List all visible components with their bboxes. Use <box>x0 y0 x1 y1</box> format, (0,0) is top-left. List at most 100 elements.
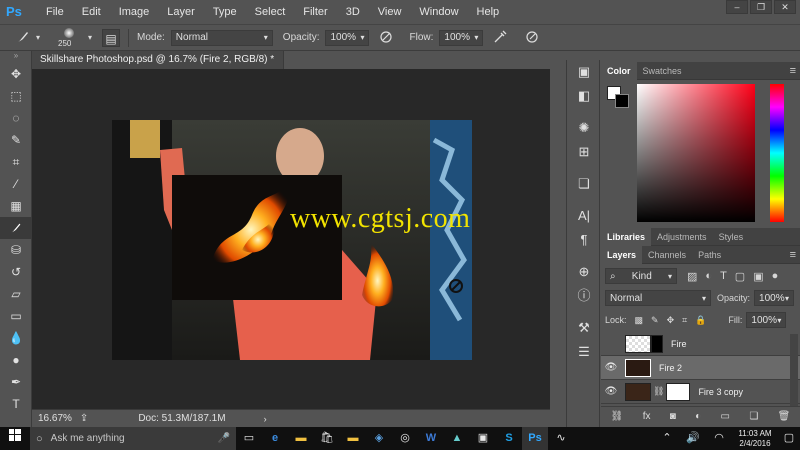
pressure-size-icon[interactable] <box>523 29 541 47</box>
history-brush-tool-icon[interactable]: ↺ <box>0 261 32 283</box>
tab-adjustments[interactable]: Adjustments <box>651 228 713 246</box>
tool-presets-icon[interactable]: ⚒ <box>567 316 601 340</box>
pressure-opacity-icon[interactable] <box>377 29 395 47</box>
media-icon[interactable]: ▣ <box>470 427 496 450</box>
clock[interactable]: 11:03 AM 2/4/2016 <box>732 429 778 449</box>
chevron-down-icon[interactable]: ▾ <box>34 29 42 47</box>
tab-styles[interactable]: Styles <box>713 228 750 246</box>
word-icon[interactable]: W <box>418 427 444 450</box>
menu-select[interactable]: Select <box>255 6 286 18</box>
tab-layers[interactable]: Layers <box>601 245 643 264</box>
visibility-toggle-hidden[interactable]: · <box>601 338 621 349</box>
tab-paths[interactable]: Paths <box>692 246 727 264</box>
fill-field[interactable]: 100% ▾ <box>746 312 787 328</box>
brush-tool-icon[interactable] <box>0 217 32 239</box>
filter-shape-icon[interactable]: ▢ <box>735 270 745 283</box>
new-group-icon[interactable]: ▭ <box>721 411 730 422</box>
layer-row-fire[interactable]: · Fire <box>601 332 800 356</box>
lock-artboard-icon[interactable]: ⌗ <box>682 315 687 326</box>
hue-slider[interactable] <box>770 84 784 222</box>
chevron-down-icon[interactable]: ▾ <box>86 29 94 47</box>
share-icon[interactable]: ⇪ <box>80 413 88 424</box>
start-icon[interactable] <box>0 427 30 450</box>
menu-layer[interactable]: Layer <box>167 6 195 18</box>
canvas-image[interactable] <box>112 120 472 360</box>
adjustment-layer-icon[interactable]: ◐ <box>695 411 701 422</box>
layer-scrollbar[interactable] <box>790 334 798 406</box>
layer-row-fire-3-copy[interactable]: 👁 ⛓ Fire 3 copy <box>601 380 800 404</box>
panel-menu-icon[interactable]: ≡ <box>790 65 796 77</box>
zoom-level[interactable]: 16.67% <box>38 413 72 424</box>
brush-panel-icon[interactable]: ▤ <box>102 28 120 47</box>
tab-libraries[interactable]: Libraries <box>601 227 652 246</box>
layer-row-fire-2[interactable]: 👁 Fire 2 <box>601 356 800 380</box>
filter-smart-object-icon[interactable]: ▣ <box>753 270 763 283</box>
menu-help[interactable]: Help <box>477 6 500 18</box>
paragraph-panel-icon[interactable]: ¶ <box>567 228 601 252</box>
healing-brush-tool-icon[interactable]: ▦ <box>0 195 32 217</box>
lasso-tool-icon[interactable]: ◌ <box>0 107 32 129</box>
eraser-tool-icon[interactable]: ▱ <box>0 283 32 305</box>
brushes-panel-icon[interactable]: ⊞ <box>567 140 601 164</box>
quick-select-tool-icon[interactable]: ✎ <box>0 129 32 151</box>
menu-3d[interactable]: 3D <box>346 6 360 18</box>
taskbar-search[interactable]: ○ Ask me anything 🎤 <box>30 427 236 450</box>
volume-icon[interactable]: 🔊 <box>680 427 706 450</box>
store-icon[interactable]: 🛍 <box>314 427 340 450</box>
character-panel-icon[interactable]: A| <box>567 204 601 228</box>
photos-icon[interactable]: ▲ <box>444 427 470 450</box>
marquee-tool-icon[interactable]: ⬚ <box>0 85 32 107</box>
tab-swatches[interactable]: Swatches <box>637 62 688 80</box>
minimize-button[interactable]: – <box>726 0 748 14</box>
edge-icon[interactable]: e <box>262 427 288 450</box>
background-color-swatch[interactable] <box>615 94 629 108</box>
panel-menu-icon[interactable]: ≡ <box>790 249 796 261</box>
clone-stamp-tool-icon[interactable]: ⛁ <box>0 239 32 261</box>
eyedropper-tool-icon[interactable]: ⁄ <box>0 173 32 195</box>
layer-filter-select[interactable]: ⌕ Kind ▾ <box>605 268 677 284</box>
lock-position-icon[interactable]: ✥ <box>667 315 675 326</box>
link-layers-icon[interactable]: ⛓ <box>611 411 624 422</box>
chevron-right-icon[interactable]: › <box>264 414 267 424</box>
opacity-field[interactable]: 100% ▾ <box>325 29 370 46</box>
move-tool-icon[interactable]: ✥ <box>0 63 32 85</box>
network-icon[interactable]: ⌃ <box>654 427 680 450</box>
filter-toggle-icon[interactable]: ● <box>772 270 779 282</box>
lock-all-icon[interactable]: 🔒 <box>695 315 706 326</box>
add-mask-icon[interactable]: ◙ <box>670 411 676 422</box>
wifi-icon[interactable]: ◠ <box>706 427 732 450</box>
clone-source-icon[interactable]: ❏ <box>567 172 601 196</box>
properties-panel-icon[interactable]: ◧ <box>567 84 601 108</box>
app-icon-web[interactable]: ◎ <box>392 427 418 450</box>
menu-edit[interactable]: Edit <box>82 6 101 18</box>
type-tool-icon[interactable]: T <box>0 393 32 415</box>
tab-color[interactable]: Color <box>601 61 637 80</box>
brush-preset-picker[interactable]: 250 <box>56 26 84 50</box>
filter-type-icon[interactable]: T <box>720 270 727 282</box>
glyphs-panel-icon[interactable]: ⊕ <box>567 260 601 284</box>
history-panel-icon[interactable]: ▣ <box>567 60 601 84</box>
app-icon-blue[interactable]: ◈ <box>366 427 392 450</box>
tab-channels[interactable]: Channels <box>642 246 692 264</box>
brush-settings-icon[interactable]: ✺ <box>567 116 601 140</box>
restore-button[interactable]: ❐ <box>750 0 772 14</box>
lock-transparent-icon[interactable]: ▩ <box>635 315 644 326</box>
layer-opacity-field[interactable]: 100% ▾ <box>754 290 795 306</box>
photoshop-taskbar-icon[interactable]: Ps <box>522 427 548 450</box>
flow-field[interactable]: 100% ▾ <box>439 29 484 46</box>
eye-icon[interactable]: 👁 <box>601 362 621 373</box>
task-view-icon[interactable]: ▭ <box>236 427 262 450</box>
eye-icon[interactable]: 👁 <box>601 386 621 397</box>
notifications-icon[interactable]: ▢ <box>778 427 800 450</box>
filter-pixel-icon[interactable]: ▨ <box>687 270 697 283</box>
menu-file[interactable]: File <box>46 6 64 18</box>
color-field[interactable] <box>637 84 755 222</box>
adjustments-icon[interactable]: ☰ <box>567 340 601 364</box>
airbrush-icon[interactable] <box>491 29 509 47</box>
menu-type[interactable]: Type <box>213 6 237 18</box>
skype-icon[interactable]: S <box>496 427 522 450</box>
gradient-tool-icon[interactable]: ▭ <box>0 305 32 327</box>
delete-layer-icon[interactable]: 🗑 <box>778 411 791 422</box>
dodge-tool-icon[interactable]: ● <box>0 349 32 371</box>
fx-icon[interactable]: fx <box>643 411 651 422</box>
